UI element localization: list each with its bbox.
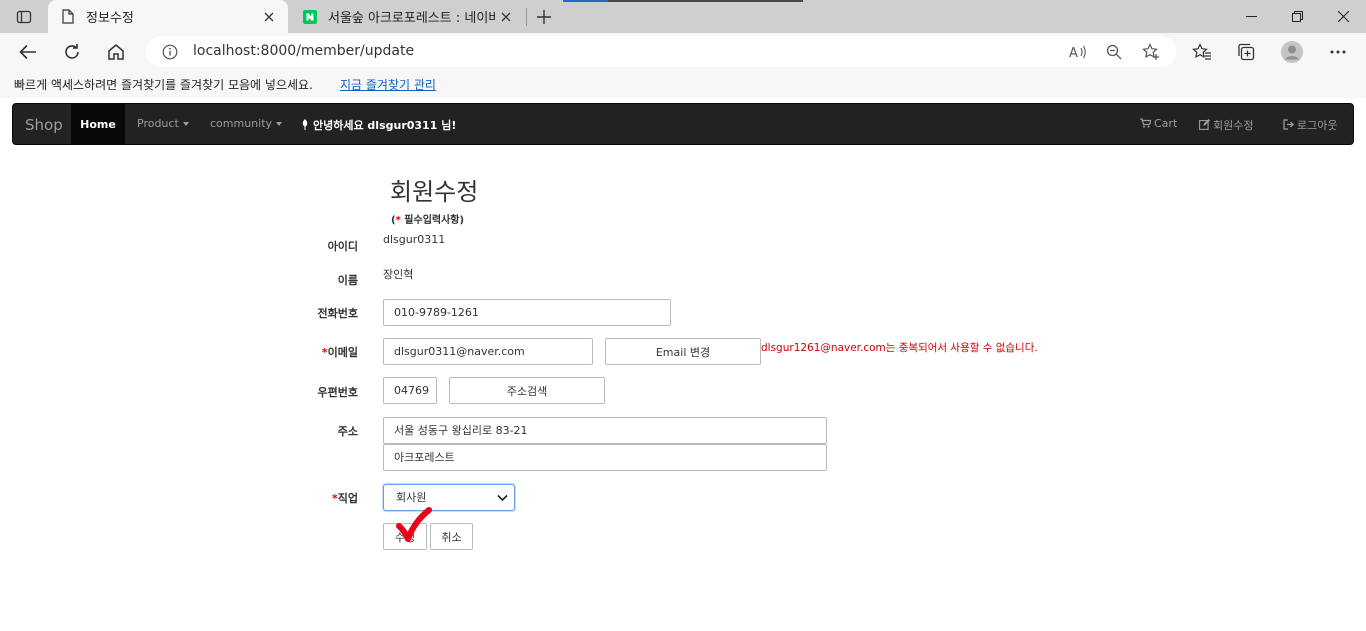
address-bar[interactable]: localhost:8000/member/update A [146, 36, 1176, 67]
new-tab-button[interactable] [532, 5, 556, 29]
favorites-button[interactable] [1186, 36, 1218, 68]
chevron-down-icon [497, 494, 508, 502]
tab-inactive[interactable]: 서울숲 아크로포레스트 : 네이버 [290, 0, 525, 33]
url-text: localhost:8000/member/update [193, 43, 415, 59]
favorites-icon [1192, 43, 1211, 60]
email-label-text: 이메일 [327, 346, 358, 359]
home-button[interactable] [100, 36, 132, 68]
zoom-out-icon[interactable] [1102, 40, 1126, 64]
address-label: 주소 [337, 425, 358, 438]
info-icon[interactable] [158, 40, 182, 64]
tab-divider [526, 8, 527, 26]
svg-text:A: A [1069, 46, 1078, 60]
cancel-button[interactable]: 취소 [430, 523, 473, 550]
nav-logout-label: 로그아웃 [1297, 119, 1338, 132]
nav-logout[interactable]: 로그아웃 [1283, 117, 1337, 133]
loading-indicator-progress [563, 0, 608, 2]
read-aloud-icon[interactable]: A [1066, 40, 1090, 64]
caret-down-icon [276, 122, 283, 126]
more-menu-button[interactable] [1322, 36, 1354, 68]
required-note-text: 필수입력사항) [400, 215, 465, 226]
nav-product-label: Product [137, 117, 179, 130]
close-window-button[interactable] [1320, 0, 1366, 33]
name-value: 장인혁 [383, 268, 414, 281]
id-label: 아이디 [327, 240, 358, 253]
brand-link[interactable]: Shop [25, 116, 63, 134]
profile-button[interactable] [1276, 36, 1308, 68]
job-label-text: 직업 [337, 492, 358, 505]
more-icon [1330, 50, 1346, 54]
email-change-button[interactable]: Email 변경 [605, 338, 761, 365]
nav-edit-member-label: 회원수정 [1213, 119, 1254, 132]
id-value: dlsgur0311 [383, 233, 446, 246]
zip-input[interactable]: 04769 [383, 377, 437, 404]
naver-icon [302, 9, 318, 25]
avatar-icon [1281, 41, 1303, 63]
job-selected-value: 회사원 [396, 491, 427, 504]
phone-label: 전화번호 [317, 307, 358, 320]
required-note: (* 필수입력사항) [391, 211, 464, 226]
manage-favorites-link[interactable]: 지금 즐겨찾기 관리 [340, 76, 436, 93]
address-search-button[interactable]: 주소검색 [449, 377, 605, 404]
home-icon [108, 44, 124, 60]
back-arrow-icon [19, 44, 36, 60]
refresh-button[interactable] [56, 36, 88, 68]
restore-icon [1291, 11, 1303, 22]
tab-title: 서울숲 아크로포레스트 : 네이버 [328, 11, 495, 26]
minimize-button[interactable] [1228, 0, 1274, 33]
greeting-text: 안녕하세요 dlsgur0311 님! [313, 119, 457, 132]
browser-toolbar: localhost:8000/member/update A [0, 33, 1366, 70]
edit-icon [1199, 119, 1210, 130]
refresh-icon [65, 44, 79, 59]
logout-icon [1283, 119, 1294, 130]
job-label: *직업 [298, 490, 358, 506]
email-label: *이메일 [298, 344, 358, 360]
checkmark-icon [396, 507, 432, 542]
zip-label: 우편번호 [317, 386, 358, 399]
nav-edit-member[interactable]: 회원수정 [1199, 117, 1253, 133]
tab-actions-icon [16, 10, 32, 23]
close-tab-icon[interactable] [258, 6, 280, 28]
site-navbar: Shop Home Product community 안녕하세요 dlsgur… [12, 103, 1354, 145]
close-tab-icon[interactable] [495, 6, 517, 28]
email-input[interactable]: dlsgur0311@naver.com [383, 338, 593, 365]
favorites-bar-message: 빠르게 액세스하려면 즐겨찾기를 즐겨찾기 모음에 넣으세요. [14, 78, 313, 92]
favorites-bar: 빠르게 액세스하려면 즐겨찾기를 즐겨찾기 모음에 넣으세요. 지금 즐겨찾기 … [0, 70, 1366, 98]
collections-button[interactable] [1230, 36, 1262, 68]
plus-icon [537, 10, 551, 24]
nav-home[interactable]: Home [71, 104, 125, 144]
leaf-icon [302, 119, 308, 130]
close-icon [1337, 11, 1349, 22]
email-error-message: dlsgur1261@naver.com는 중복되어서 사용할 수 없습니다. [761, 342, 1038, 354]
restore-button[interactable] [1274, 0, 1320, 33]
nav-community[interactable]: community [210, 117, 283, 130]
address1-input[interactable]: 서울 성동구 왕십리로 83-21 [383, 417, 827, 444]
collections-icon [1238, 43, 1255, 61]
nav-cart-label: Cart [1154, 117, 1178, 130]
phone-input[interactable]: 010-9789-1261 [383, 299, 671, 326]
tab-actions-button[interactable] [0, 0, 48, 33]
add-favorite-icon[interactable] [1139, 40, 1163, 64]
page-icon [60, 9, 76, 25]
name-label: 이름 [337, 274, 358, 287]
address2-input[interactable]: 아크포레스트 [383, 444, 827, 471]
caret-down-icon [182, 122, 189, 126]
minimize-icon [1245, 16, 1257, 17]
page-title: 회원수정 [390, 178, 479, 206]
cart-icon [1140, 118, 1152, 128]
back-button[interactable] [12, 36, 44, 68]
nav-product[interactable]: Product [137, 117, 189, 130]
tab-title: 정보수정 [86, 11, 134, 26]
greeting: 안녕하세요 dlsgur0311 님! [301, 117, 456, 133]
tab-active[interactable]: 정보수정 [48, 0, 288, 33]
tab-strip: 정보수정 서울숲 아크로포레스트 : 네이버 [0, 0, 1366, 33]
nav-cart[interactable]: Cart [1140, 117, 1177, 130]
nav-community-label: community [210, 117, 273, 130]
